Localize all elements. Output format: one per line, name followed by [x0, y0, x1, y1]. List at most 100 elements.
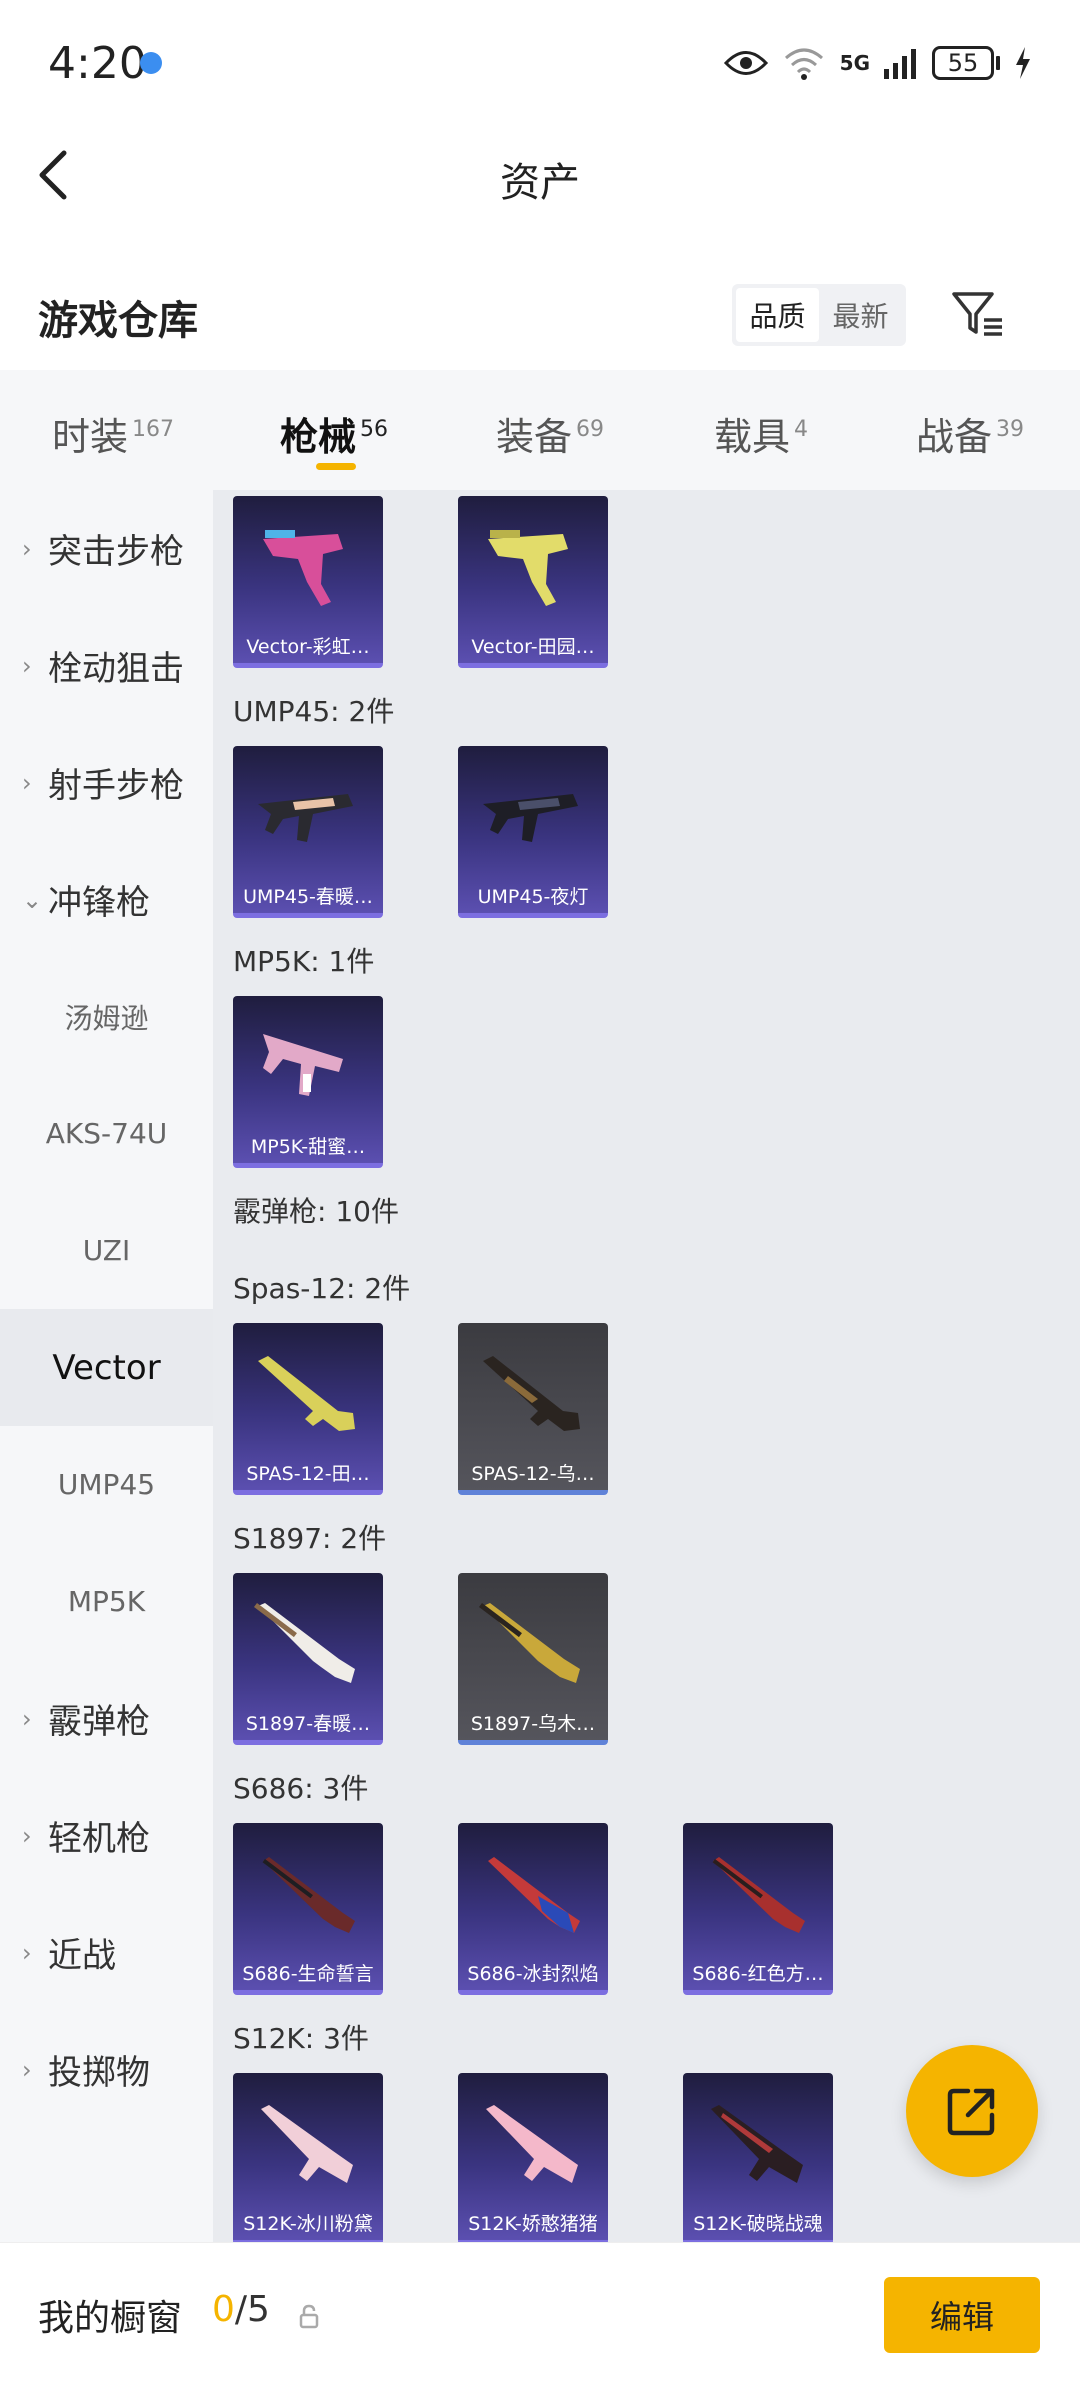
sort-newest-button[interactable]: 最新 [819, 288, 902, 342]
showcase-bar: 我的橱窗 0/5 编辑 [0, 2242, 1080, 2381]
tab-supplies[interactable]: 战备 39 [916, 406, 1024, 461]
skin-card[interactable]: S686-冰封烈焰 [458, 1823, 608, 1995]
sidebar-item-assault-rifle[interactable]: › 突击步枪 [0, 490, 213, 607]
category-tabs: 时装 167 枪械 56 装备 69 载具 4 战备 39 [0, 370, 1080, 490]
tab-fashion[interactable]: 时装 167 [52, 406, 174, 461]
skin-card[interactable]: MP5K-甜蜜… [233, 996, 383, 1168]
s12k-glacier-gun-icon [261, 2105, 353, 2183]
status-icons: 5G 55 [723, 38, 1032, 88]
sidebar-item-ump45[interactable]: UMP45 [0, 1426, 213, 1543]
skin-name: UMP45-春暖… [243, 886, 373, 908]
chevron-right-icon: › [22, 1704, 32, 1733]
s1897-spring-gun-icon [253, 1603, 355, 1683]
skin-name: S686-红色方… [692, 1963, 824, 1985]
s1897-ebony-gun-icon [478, 1603, 580, 1683]
sidebar-item-melee[interactable]: › 近战 [0, 1894, 213, 2011]
filter-button[interactable] [948, 284, 1008, 344]
sidebar-item-label: 近战 [48, 1936, 116, 1976]
sidebar-item-lmg[interactable]: › 轻机枪 [0, 1777, 213, 1894]
tab-firearms[interactable]: 枪械 56 [280, 406, 388, 461]
group-label-ump45: UMP45: 2件 [233, 695, 395, 728]
sidebar-item-label: 射手步枪 [48, 766, 184, 806]
skin-card[interactable]: S686-红色方… [683, 1823, 833, 1995]
skin-name: Vector-田园… [471, 636, 595, 658]
tab-equipment[interactable]: 装备 69 [496, 406, 604, 461]
battery-icon: 55 [932, 46, 1000, 80]
sort-quality-button[interactable]: 品质 [736, 288, 819, 342]
skin-card[interactable]: Vector-彩虹… [233, 496, 383, 668]
tab-label: 载具 [714, 415, 791, 459]
spas12-ebony-gun-icon [483, 1356, 580, 1431]
sidebar-item-vector[interactable]: Vector [0, 1309, 213, 1426]
skin-name: S12K-破晓战魂 [693, 2213, 823, 2235]
skin-card[interactable]: S12K-娇憨猪猪 [458, 2073, 608, 2242]
chevron-right-icon: › [22, 1821, 32, 1850]
sidebar-item-marksman-rifle[interactable]: › 射手步枪 [0, 724, 213, 841]
skin-card[interactable]: S1897-乌木… [458, 1573, 608, 1745]
skin-card[interactable]: SPAS-12-乌… [458, 1323, 608, 1495]
skin-card[interactable]: S12K-冰川粉黛 [233, 2073, 383, 2242]
skin-card[interactable]: S12K-破晓战魂 [683, 2073, 833, 2242]
chevron-right-icon: › [22, 534, 32, 563]
network-type: 5G [839, 51, 870, 75]
skin-name: S686-冰封烈焰 [467, 1963, 599, 1985]
sort-toggle: 品质 最新 [732, 284, 906, 346]
notification-dot-icon [140, 52, 162, 74]
eye-icon [723, 51, 768, 75]
skin-name: S12K-娇憨猪猪 [468, 2213, 598, 2235]
sidebar-item-label: 突击步枪 [48, 532, 184, 572]
chevron-right-icon: › [22, 651, 32, 680]
sidebar-item-smg[interactable]: ⌄ 冲锋枪 [0, 841, 213, 958]
sidebar-item-uzi[interactable]: UZI [0, 1192, 213, 1309]
ump45-nightlight-gun-icon [483, 794, 578, 842]
page-title: 资产 [500, 160, 580, 206]
tab-count: 167 [132, 417, 175, 443]
share-button[interactable] [906, 2045, 1038, 2177]
wifi-icon [784, 48, 823, 80]
skin-name: S1897-乌木… [470, 1713, 596, 1735]
weapon-sidebar: › 突击步枪 › 栓动狙击 › 射手步枪 ⌄ 冲锋枪 汤姆逊 AKS-74U UZI V… [0, 490, 213, 2242]
sidebar-item-aks74u[interactable]: AKS-74U [0, 1075, 213, 1192]
sidebar-item-mp5k[interactable]: MP5K [0, 1543, 213, 1660]
tab-count: 4 [794, 417, 809, 443]
group-label-s12k: S12K: 3件 [233, 2022, 369, 2055]
skin-card[interactable]: S1897-春暖… [233, 1573, 383, 1745]
sidebar-item-shotgun[interactable]: › 霰弹枪 [0, 1660, 213, 1777]
sidebar-item-label: 冲锋枪 [48, 883, 150, 923]
group-label-mp5k: MP5K: 1件 [233, 945, 375, 978]
skin-card[interactable]: Vector-田园… [458, 496, 608, 668]
tab-label: 时装 [52, 415, 129, 459]
skin-card[interactable]: UMP45-夜灯 [458, 746, 608, 918]
ump45-spring-gun-icon [258, 794, 353, 842]
skin-name: Vector-彩虹… [246, 636, 370, 658]
spas12-pastoral-gun-icon [258, 1356, 355, 1431]
edit-button[interactable]: 编辑 [884, 2277, 1040, 2353]
sidebar-item-label: 霰弹枪 [48, 1702, 150, 1742]
group-label-s686: S686: 3件 [233, 1772, 369, 1805]
s12k-dawn-gun-icon [711, 2105, 803, 2183]
chevron-down-icon: ⌄ [22, 885, 43, 914]
sidebar-item-throwable[interactable]: › 投掷物 [0, 2011, 213, 2128]
sidebar-item-bolt-sniper[interactable]: › 栓动狙击 [0, 607, 213, 724]
lock-icon [299, 2304, 319, 2329]
showcase-count: 0/5 [212, 2289, 270, 2330]
signal-icon [884, 49, 916, 79]
header: 资产 [0, 125, 1080, 225]
skin-card[interactable]: UMP45-春暖… [233, 746, 383, 918]
showcase-total: /5 [234, 2289, 270, 2330]
s686-oath-gun-icon [262, 1857, 355, 1933]
skin-card[interactable]: SPAS-12-田… [233, 1323, 383, 1495]
chevron-right-icon: › [22, 768, 32, 797]
skin-card[interactable]: S686-生命誓言 [233, 1823, 383, 1995]
chevron-right-icon: › [22, 1938, 32, 1967]
tab-count: 56 [360, 417, 389, 443]
s686-red-gun-icon [712, 1857, 805, 1933]
tab-count: 69 [576, 417, 605, 443]
skin-name: S12K-冰川粉黛 [243, 2213, 373, 2235]
tab-vehicles[interactable]: 载具 4 [714, 406, 808, 461]
weapon-grid: Vector-彩虹… Vector-田园… UMP45: 2件 UMP45-春暖… [213, 490, 1080, 2242]
sidebar-item-label: 投掷物 [48, 2053, 150, 2093]
sidebar-item-thompson[interactable]: 汤姆逊 [0, 958, 213, 1075]
s12k-piggy-gun-icon [486, 2105, 578, 2183]
chevron-right-icon: › [22, 2055, 32, 2084]
